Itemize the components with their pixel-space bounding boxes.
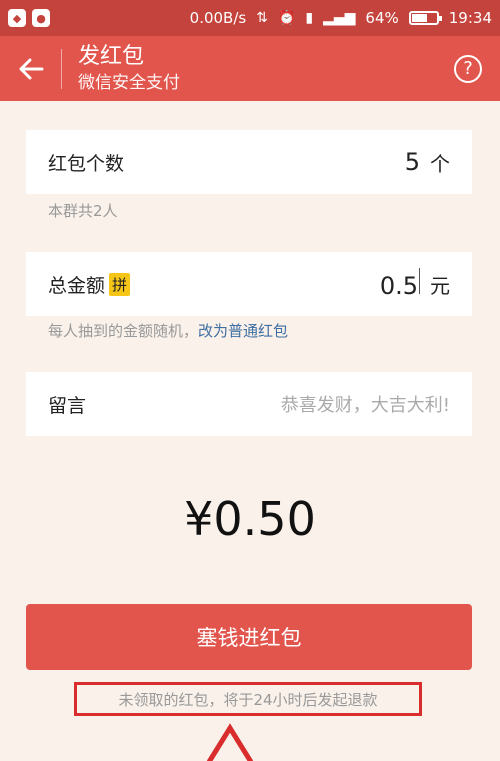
packet-count-unit: 个 [430, 151, 450, 176]
group-member-hint: 本群共2人 [48, 202, 118, 220]
switch-to-normal-link[interactable]: 改为普通红包 [198, 322, 288, 340]
highlight-arrow-icon [206, 723, 254, 761]
cell-signal-icon: ▂▄▆ [323, 10, 356, 26]
random-amount-hint-text: 每人抽到的金额随机， [48, 322, 199, 340]
page-title: 发红包 [78, 43, 145, 69]
random-amount-badge: 拼 [109, 272, 131, 296]
page-subtitle: 微信安全支付 [78, 72, 180, 93]
app-bar-titles: 发红包 微信安全支付 [78, 43, 180, 95]
status-right: 0.00B/s ⇅ ⏰ ▮ ▂▄▆ 64% 19:34 [190, 9, 492, 27]
total-amount-value: 0.5 [379, 272, 418, 300]
random-amount-hint: 每人抽到的金额随机，改为普通红包 [48, 320, 288, 341]
battery-fill [411, 14, 428, 22]
total-amount-card[interactable]: 总金额 拼 0.5 元 [26, 252, 472, 316]
packet-count-input[interactable]: 5 [405, 148, 420, 176]
message-label: 留言 [48, 394, 87, 417]
packet-count-value-group[interactable]: 5 个 [405, 148, 450, 177]
stuff-money-button[interactable]: 塞钱进红包 [26, 604, 472, 670]
question-mark-icon: ? [463, 58, 473, 79]
message-card[interactable]: 留言 恭喜发财，大吉大利! [26, 372, 472, 436]
app-bar: 发红包 微信安全支付 ? [0, 36, 500, 101]
battery-icon [408, 11, 442, 25]
status-left: ◆ ● [8, 9, 50, 27]
status-bar: ◆ ● 0.00B/s ⇅ ⏰ ▮ ▂▄▆ 64% 19:34 [0, 0, 500, 36]
signal-icon: ▮ [305, 10, 314, 26]
clock: 19:34 [448, 9, 492, 27]
battery-percent: 64% [365, 9, 399, 27]
total-amount-unit: 元 [430, 273, 450, 298]
total-amount-label: 总金额 [48, 274, 106, 297]
help-button[interactable]: ? [454, 54, 482, 83]
shield-app-icon: ◆ [8, 9, 26, 27]
total-amount-label-group: 总金额 拼 [48, 271, 131, 298]
message-input[interactable]: 恭喜发财，大吉大利! [281, 391, 450, 417]
back-button[interactable] [0, 48, 62, 89]
alarm-icon: ⏰ [277, 10, 296, 26]
refund-note: 未领取的红包，将于24小时后发起退款 [74, 682, 422, 716]
data-sync-icon: ⇅ [256, 10, 268, 26]
total-amount-input[interactable]: 0.5 [380, 268, 420, 300]
total-amount-display: ¥0.50 [184, 492, 316, 546]
packet-count-card[interactable]: 红包个数 5 个 [26, 130, 472, 194]
total-amount-value-group[interactable]: 0.5 元 [380, 268, 450, 300]
network-speed: 0.00B/s [189, 9, 247, 27]
qq-app-icon: ● [32, 9, 50, 27]
refund-note-text: 未领取的红包，将于24小时后发起退款 [118, 690, 378, 709]
back-arrow-icon [19, 58, 43, 79]
packet-count-label: 红包个数 [48, 152, 125, 175]
text-caret [419, 268, 420, 294]
